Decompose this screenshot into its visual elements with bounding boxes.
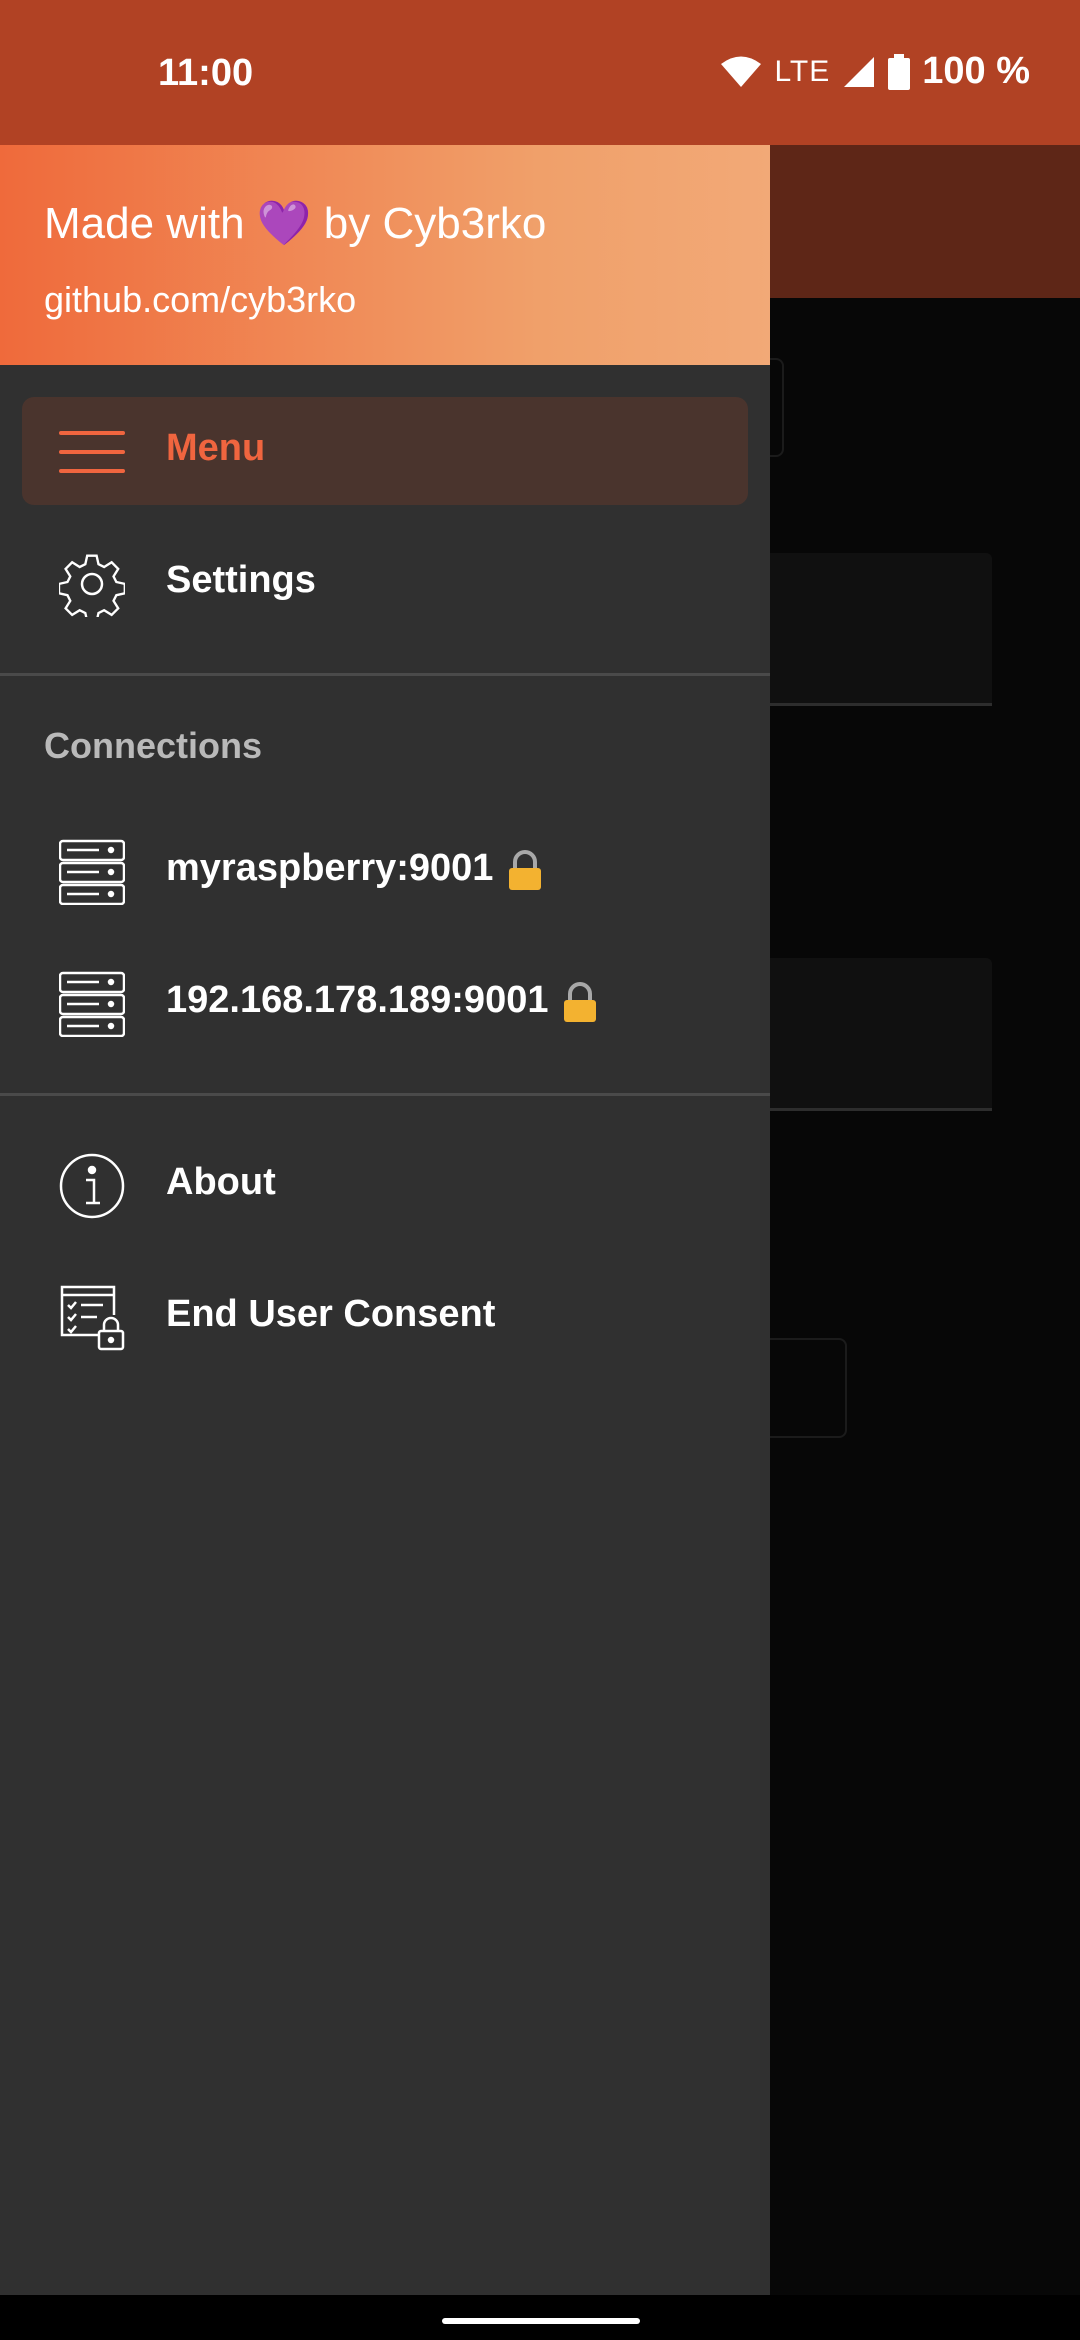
cell-signal-icon [844, 56, 875, 87]
nav-item-label: Menu [166, 427, 266, 469]
heart-emoji: 💜 [256, 199, 312, 248]
connection-host: myraspberry:9001 [166, 847, 494, 889]
navigation-drawer: Made with 💜 by Cyb3rko github.com/cyb3rk… [0, 145, 770, 2295]
consent-document-lock-icon [60, 1285, 125, 1351]
nav-item-menu[interactable]: Menu [22, 397, 748, 505]
divider [0, 673, 770, 676]
nav-item-about[interactable]: About [22, 1131, 748, 1239]
status-bar: 11:00 LTE 100 % [0, 0, 1080, 145]
nav-item-label: About [166, 1161, 276, 1203]
lock-icon [509, 849, 542, 890]
status-time: 11:00 [158, 52, 254, 94]
status-icons: LTE 100 % [720, 50, 1030, 93]
wifi-icon [721, 56, 762, 87]
header-title-suffix: by Cyb3rko [311, 199, 547, 248]
section-title-connections: Connections [44, 725, 263, 766]
connection-host: 192.168.178.189:9001 [166, 979, 549, 1021]
server-icon [59, 839, 125, 905]
server-icon [59, 971, 125, 1037]
info-icon [59, 1153, 125, 1219]
github-link[interactable]: github.com/cyb3rko [44, 279, 356, 321]
battery-percentage: 100 % [922, 50, 1030, 92]
background-input-card [740, 553, 992, 706]
connection-label: myraspberry:9001 [166, 847, 543, 891]
hamburger-menu-icon [59, 431, 125, 473]
gesture-handle[interactable] [442, 2318, 640, 2324]
connection-item-myraspberry[interactable]: myraspberry:9001 [22, 817, 748, 925]
background-input-card [740, 958, 992, 1111]
header-title-prefix: Made with [44, 199, 257, 248]
drawer-header: Made with 💜 by Cyb3rko github.com/cyb3rk… [0, 145, 770, 365]
gear-icon [59, 554, 125, 617]
network-type: LTE [774, 54, 831, 88]
nav-item-label: End User Consent [166, 1293, 496, 1335]
header-title: Made with 💜 by Cyb3rko [44, 197, 546, 249]
nav-item-label: Settings [166, 559, 316, 601]
nav-item-end-user-consent[interactable]: End User Consent [22, 1263, 748, 1371]
connection-label: 192.168.178.189:9001 [166, 979, 598, 1023]
nav-item-settings[interactable]: Settings [22, 529, 748, 637]
connection-item-192-168-178-189[interactable]: 192.168.178.189:9001 [22, 949, 748, 1057]
lock-icon [564, 981, 597, 1022]
divider [0, 1093, 770, 1096]
battery-icon [888, 53, 911, 90]
